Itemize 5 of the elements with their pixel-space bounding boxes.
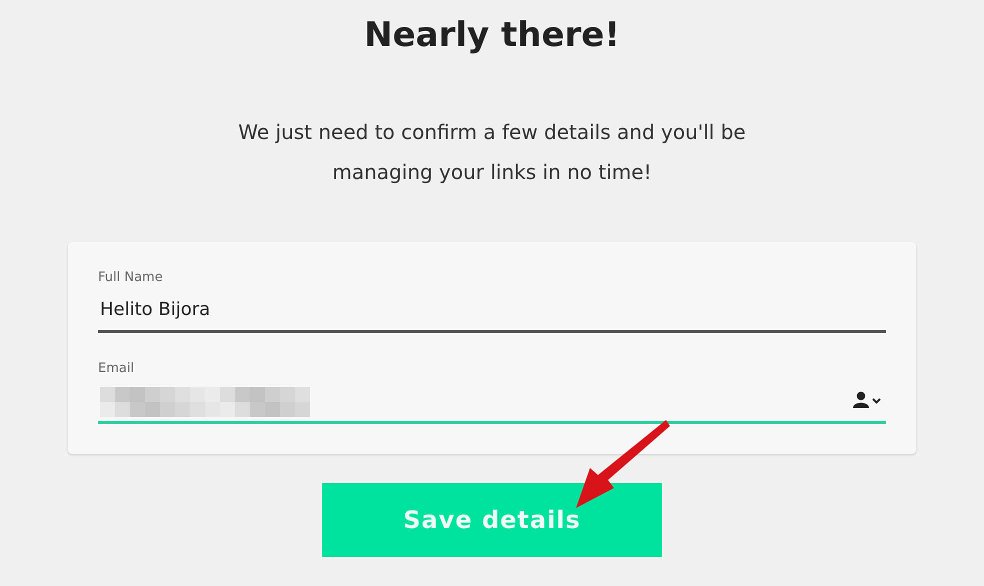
intro-text: We just need to confirm a few details and you'll be managing your links in no time! (237, 119, 747, 186)
field-label: Full Name (98, 269, 163, 287)
field-label: Email (98, 360, 134, 378)
input-field[interactable]: Helito Bijora (98, 288, 886, 333)
page-heading: Nearly there! (364, 14, 620, 57)
